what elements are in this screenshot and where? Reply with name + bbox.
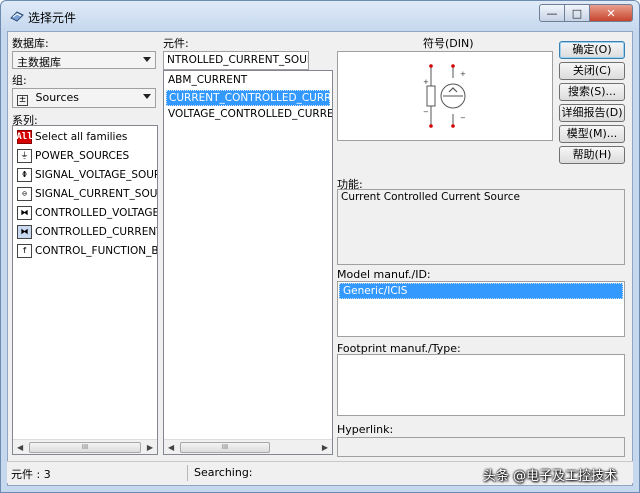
group-select[interactable]: ± Sources [12, 88, 156, 108]
dialog-window: 选择元件 — □ ✕ 数据库: 主数据库 组: ± Sources 系列: Al… [0, 0, 640, 493]
family-item-label: CONTROLLED_CURRENT_S [35, 225, 157, 238]
family-item-controlled-voltage[interactable]: ⧓ CONTROLLED_VOLTAGE_S [17, 204, 158, 221]
scroll-thumb[interactable]: III [180, 442, 270, 453]
title-bar[interactable]: 选择元件 — □ ✕ [1, 1, 639, 31]
all-families-icon: All [16, 129, 33, 144]
footprint-list[interactable] [337, 354, 625, 416]
group-label: 组: [12, 74, 27, 87]
power-sources-icon: ⏚ [17, 148, 32, 163]
model-manuf-item[interactable]: Generic/ICIS [339, 283, 623, 299]
cccs-symbol-icon: + − + − [423, 64, 466, 128]
family-item-label: CONTROLLED_VOLTAGE_S [35, 206, 158, 219]
help-button[interactable]: 帮助(H) [559, 146, 625, 164]
scroll-left-icon[interactable]: ◀ [168, 443, 174, 452]
searching-status: Searching: [194, 466, 253, 479]
close-button[interactable]: 关闭(C) [559, 62, 625, 80]
window-title: 选择元件 [28, 11, 77, 25]
signal-current-icon: ⊖ [17, 186, 32, 201]
family-item-control-function[interactable]: f CONTROL_FUNCTION_BLO [17, 242, 158, 259]
component-item-vccs[interactable]: VOLTAGE_CONTROLLED_CURRENT_S [166, 107, 332, 123]
controlled-current-icon: ⧓ [17, 224, 32, 239]
hyperlink-field[interactable] [337, 437, 625, 457]
controlled-voltage-icon: ⧓ [17, 205, 32, 220]
status-bar: 元件 : 3 Searching: 头条 @电子及工控技术 [7, 461, 633, 484]
minimize-icon: — [546, 6, 558, 20]
function-value: Current Controlled Current Source [341, 191, 520, 203]
component-item-cccs[interactable]: CURRENT_CONTROLLED_CURRENT_ [166, 90, 332, 106]
family-item-label: POWER_SOURCES [35, 149, 130, 162]
scroll-right-icon[interactable]: ▶ [322, 443, 328, 452]
family-item-select-all[interactable]: All Select all families [16, 128, 128, 145]
signal-voltage-icon: Φ [17, 167, 32, 182]
component-input-value: NTROLLED_CURRENT_SOURCE [167, 54, 308, 66]
component-label: 元件: [163, 37, 189, 50]
family-item-label: CONTROL_FUNCTION_BLO [35, 244, 158, 257]
symbol-preview: + − + − [337, 51, 553, 141]
status-divider [187, 465, 188, 481]
symbol-label: 符号(DIN) [423, 37, 474, 50]
minimize-button[interactable]: — [539, 4, 565, 22]
sources-icon: ± [17, 95, 28, 106]
hyperlink-label: Hyperlink: [337, 423, 394, 436]
control-function-icon: f [17, 243, 32, 258]
family-list[interactable]: All Select all families ⏚ POWER_SOURCES … [12, 125, 158, 455]
svg-text:+: + [423, 78, 429, 86]
family-hscrollbar[interactable]: ◀ III ▶ [13, 439, 157, 454]
model-manuf-list[interactable]: Generic/ICIS [337, 281, 625, 337]
family-item-label: Select all families [35, 130, 128, 143]
component-input[interactable]: NTROLLED_CURRENT_SOURCE [163, 51, 309, 70]
component-app-icon [10, 11, 24, 22]
family-item-controlled-current[interactable]: ⧓ CONTROLLED_CURRENT_S [17, 223, 157, 240]
scroll-thumb[interactable]: III [29, 442, 141, 453]
maximize-button[interactable]: □ [564, 4, 590, 22]
maximize-icon: □ [571, 6, 583, 20]
model-manuf-label: Model manuf./ID: [337, 268, 431, 281]
search-button[interactable]: 搜索(S)... [559, 83, 625, 101]
close-window-button[interactable]: ✕ [589, 4, 633, 22]
database-label: 数据库: [12, 37, 49, 50]
database-value: 主数据库 [17, 56, 61, 69]
ok-button[interactable]: 确定(O) [559, 41, 625, 59]
svg-text:+: + [460, 70, 466, 78]
family-item-signal-current[interactable]: ⊖ SIGNAL_CURRENT_SOURC [17, 185, 158, 202]
detail-report-button[interactable]: 详细报告(D) [559, 104, 625, 122]
close-icon: ✕ [606, 6, 616, 20]
family-item-label: SIGNAL_CURRENT_SOURC [35, 187, 158, 200]
scroll-right-icon[interactable]: ▶ [147, 443, 153, 452]
component-list[interactable]: ABM_CURRENT CURRENT_CONTROLLED_CURRENT_ … [163, 70, 333, 455]
svg-text:−: − [460, 114, 466, 122]
dialog-client: 数据库: 主数据库 组: ± Sources 系列: All Select al… [7, 31, 633, 486]
group-value: Sources [35, 91, 80, 104]
watermark-text: 头条 @电子及工控技术 [482, 469, 617, 484]
chevron-down-icon [143, 57, 151, 62]
function-field: Current Controlled Current Source [337, 189, 625, 265]
family-item-signal-voltage[interactable]: Φ SIGNAL_VOLTAGE_SOURC [17, 166, 158, 183]
scroll-left-icon[interactable]: ◀ [17, 443, 23, 452]
database-select[interactable]: 主数据库 [12, 51, 156, 69]
model-button[interactable]: 模型(M)... [559, 125, 625, 143]
family-item-power-sources[interactable]: ⏚ POWER_SOURCES [17, 147, 129, 164]
component-hscrollbar[interactable]: ◀ III ▶ [164, 439, 332, 454]
chevron-down-icon [143, 94, 151, 99]
family-item-label: SIGNAL_VOLTAGE_SOURC [35, 168, 158, 181]
component-item-abm-current[interactable]: ABM_CURRENT [166, 73, 249, 89]
svg-text:−: − [423, 108, 429, 116]
component-count: 元件 : 3 [11, 468, 51, 481]
